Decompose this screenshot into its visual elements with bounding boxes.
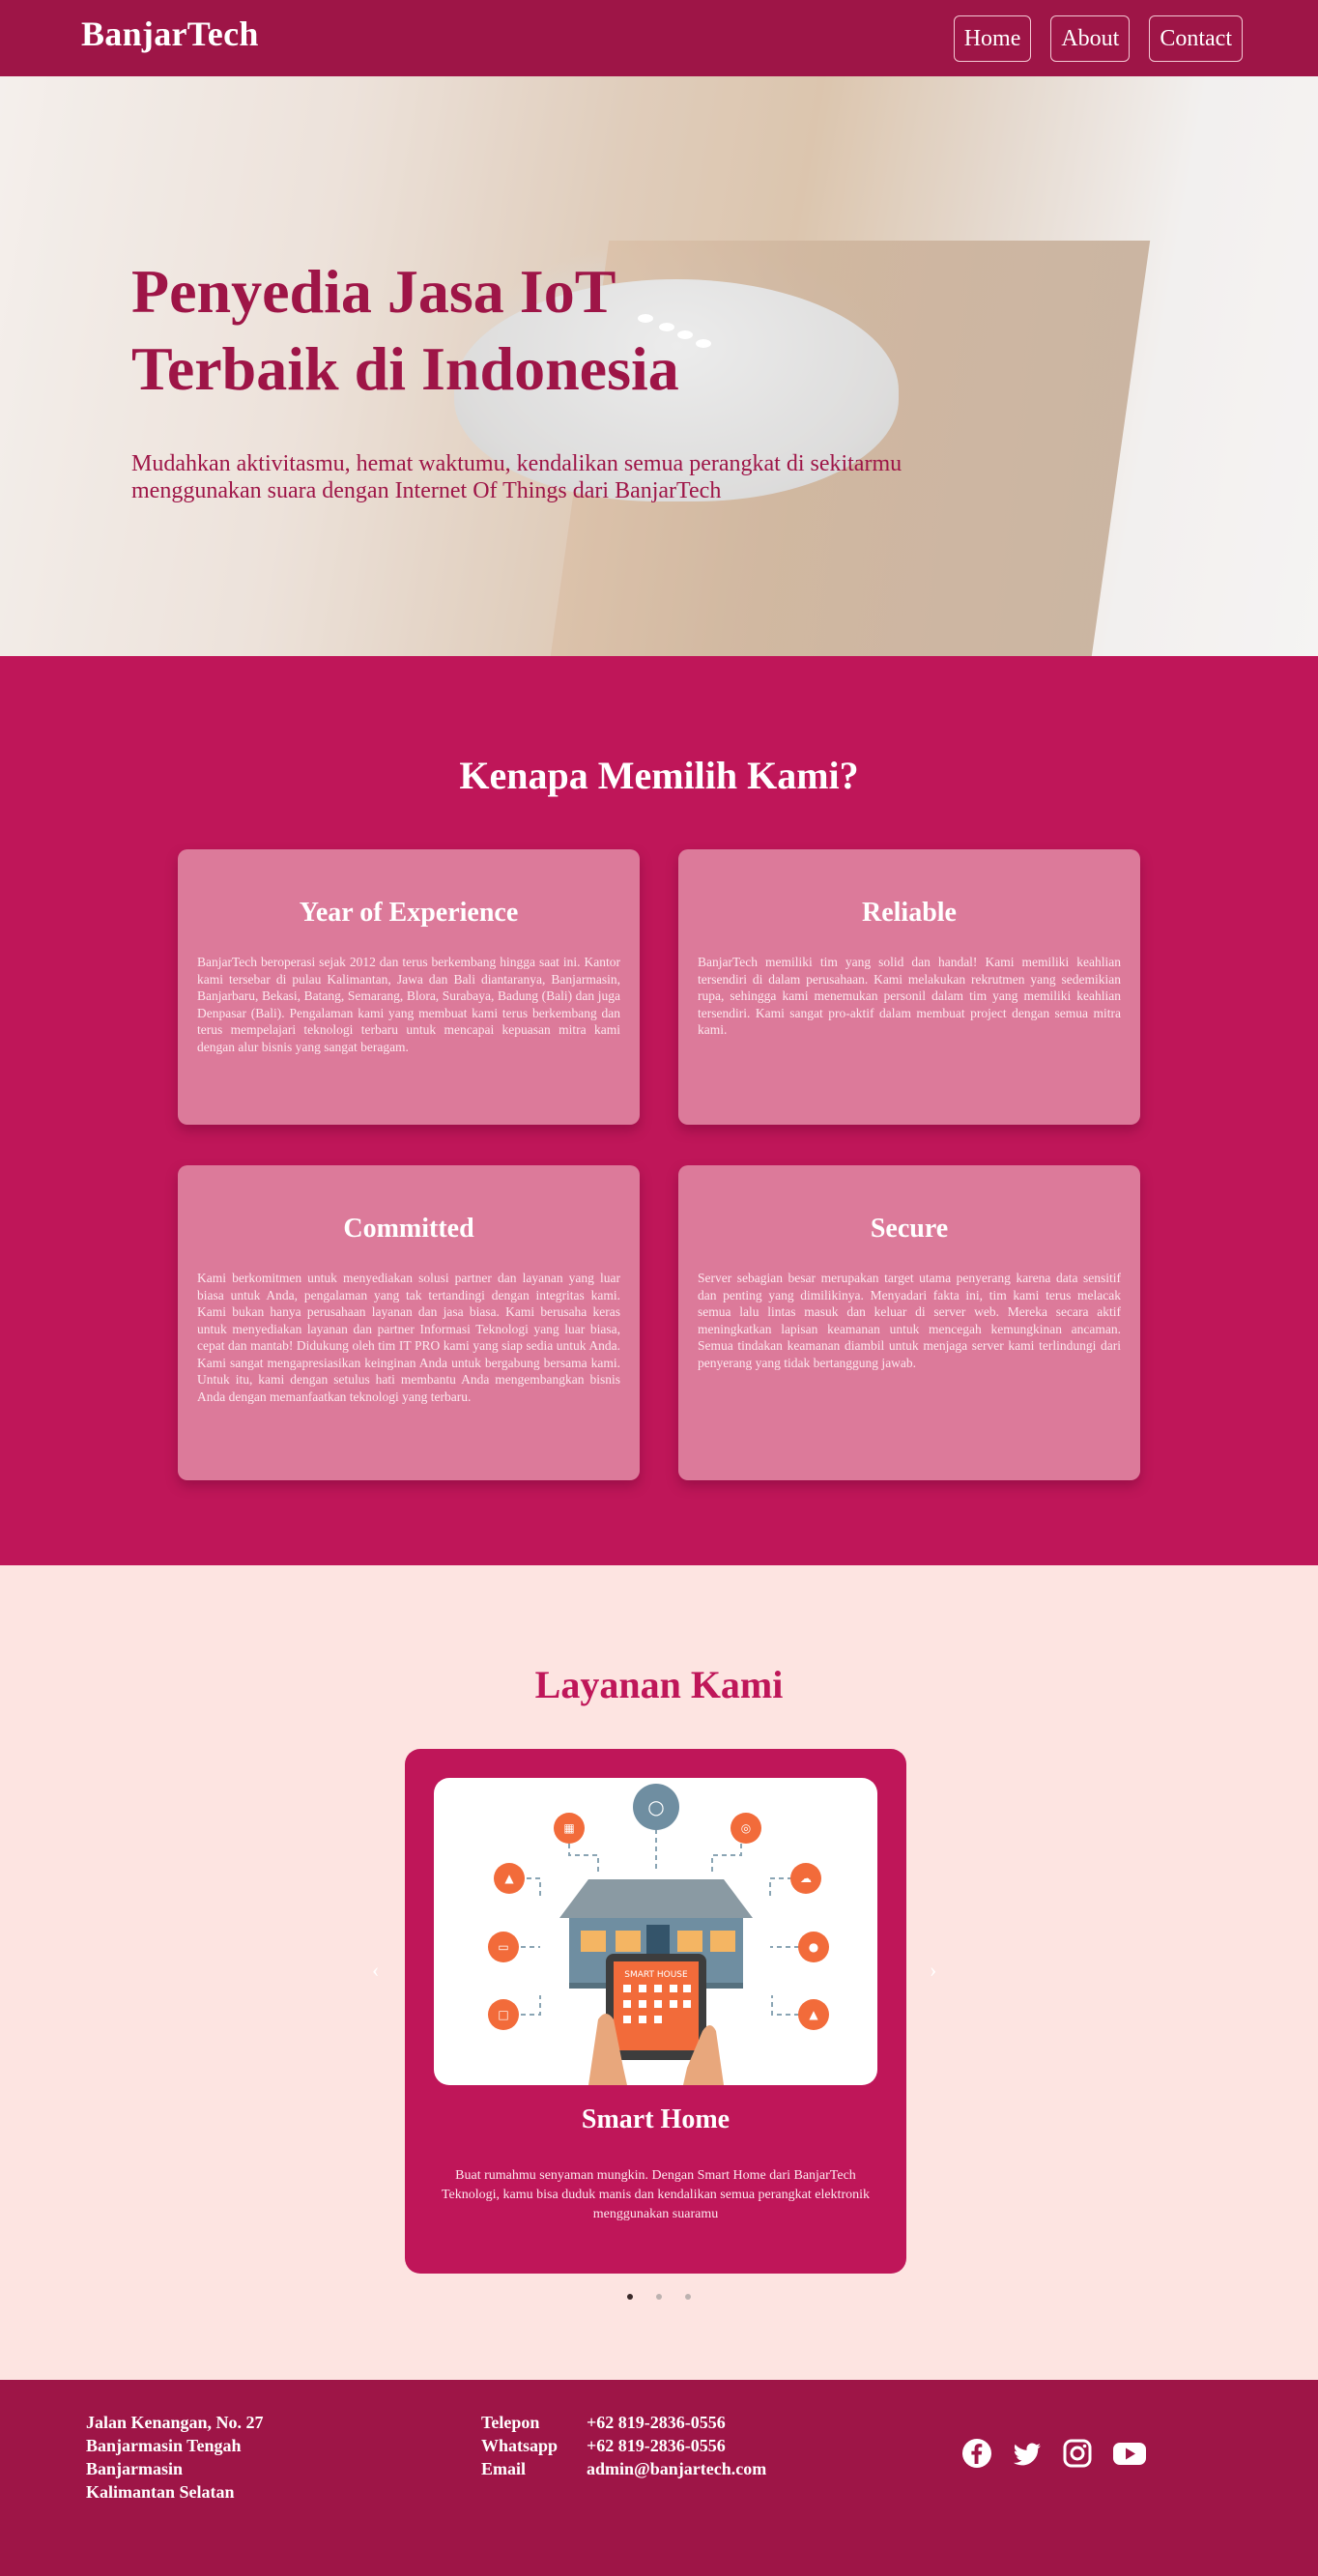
smart-house-label: SMART HOUSE	[624, 1970, 688, 1980]
hero-title-line: Penyedia Jasa IoT	[131, 257, 616, 326]
carousel-dot[interactable]	[685, 2294, 691, 2300]
svg-text:▲: ▲	[809, 2008, 818, 2021]
service-title: Smart Home	[581, 2104, 731, 2134]
service-description: Buat rumahmu senyaman mungkin. Dengan Sm…	[441, 2168, 871, 2221]
carousel-indicators	[0, 2294, 1318, 2300]
instagram-icon[interactable]	[1062, 2438, 1093, 2469]
nav-link-about[interactable]: About	[1050, 15, 1131, 62]
feature-card-title: Secure	[870, 1214, 949, 1244]
svg-text:□: □	[498, 2008, 508, 2021]
footer-address: Jalan Kenangan, No. 27 Banjarmasin Tenga…	[86, 2411, 264, 2504]
feature-card-text: BanjarTech memiliki tim yang solid dan h…	[698, 955, 1121, 1037]
feature-card-text: BanjarTech beroperasi sejak 2012 dan ter…	[197, 955, 620, 1054]
svg-text:▭: ▭	[498, 1940, 508, 1954]
nav-link-contact[interactable]: Contact	[1149, 15, 1243, 62]
social-links	[961, 2438, 1146, 2469]
svg-text:☁: ☁	[800, 1872, 812, 1885]
phone-number[interactable]: +62 819-2836-0556	[587, 2411, 766, 2434]
twitter-icon[interactable]	[1012, 2438, 1043, 2469]
carousel-next-button[interactable]: ›	[930, 1960, 936, 1981]
address-line: Kalimantan Selatan	[86, 2482, 235, 2502]
nav-link-home[interactable]: Home	[953, 15, 1032, 62]
why-us-section: Kenapa Memilih Kami? Year of Experience …	[0, 656, 1318, 1565]
feature-card: Secure Server sebagian besar merupakan t…	[678, 1165, 1140, 1480]
carousel-dot[interactable]	[627, 2294, 633, 2300]
section-title: Kenapa Memilih Kami?	[459, 754, 859, 797]
svg-text:●: ●	[809, 1940, 818, 1954]
feature-card-text: Server sebagian besar merupakan target u…	[698, 1271, 1121, 1370]
whatsapp-number[interactable]: +62 819-2836-0556	[587, 2434, 766, 2457]
feature-card-text: Kami berkomitmen untuk menyediakan solus…	[197, 1271, 620, 1404]
feature-card-title: Reliable	[862, 898, 957, 928]
svg-text:○: ○	[647, 1795, 664, 1818]
feature-card-title: Year of Experience	[299, 898, 519, 928]
feature-card: Committed Kami berkomitmen untuk menyedi…	[178, 1165, 640, 1480]
footer: Jalan Kenangan, No. 27 Banjarmasin Tenga…	[0, 2380, 1318, 2576]
hero-title: Penyedia Jasa IoT Terbaik di Indonesia	[131, 253, 904, 408]
feature-card: Year of Experience BanjarTech beroperasi…	[178, 849, 640, 1125]
svg-text:◎: ◎	[741, 1821, 751, 1835]
svg-text:▲: ▲	[504, 1872, 514, 1885]
svg-text:▦: ▦	[563, 1821, 574, 1835]
youtube-icon[interactable]	[1112, 2438, 1146, 2469]
hero-subtitle: Mudahkan aktivitasmu, hemat waktumu, ken…	[131, 451, 903, 503]
carousel-prev-button[interactable]: ‹	[372, 1960, 379, 1981]
smart-home-svg: ○ ▦ ◎ ▲ ☁ ▭ ● □ ▲ SMART HOUSE	[488, 1784, 829, 2085]
section-title: Layanan Kami	[534, 1663, 784, 1706]
service-card: ○ ▦ ◎ ▲ ☁ ▭ ● □ ▲ SMART HOUSE Smart Home…	[405, 1749, 906, 2274]
contact-label: Email	[481, 2459, 527, 2478]
feature-card: Reliable BanjarTech memiliki tim yang so…	[678, 849, 1140, 1125]
email-address[interactable]: admin@banjartech.com	[587, 2457, 766, 2480]
facebook-icon[interactable]	[961, 2438, 992, 2469]
feature-card-title: Committed	[343, 1214, 474, 1244]
address-line: Banjarmasin	[86, 2459, 184, 2478]
smart-home-illustration: ○ ▦ ◎ ▲ ☁ ▭ ● □ ▲ SMART HOUSE	[434, 1778, 877, 2085]
brand-logo[interactable]: BanjarTech	[81, 14, 259, 54]
services-section: Layanan Kami ‹ › ○ ▦ ◎ ▲ ☁ ▭ ● □ ▲ SMART…	[0, 1565, 1318, 2380]
navbar: BanjarTech Home About Contact	[0, 0, 1318, 76]
contact-label: Telepon	[481, 2413, 540, 2432]
contact-label: Whatsapp	[481, 2436, 559, 2455]
hero-title-line: Terbaik di Indonesia	[131, 334, 679, 403]
carousel-dot[interactable]	[656, 2294, 662, 2300]
address-line: Banjarmasin Tengah	[86, 2436, 242, 2455]
footer-contacts: Telepon +62 819-2836-0556 Whatsapp +62 8…	[481, 2411, 766, 2480]
nav-links: Home About Contact	[953, 15, 1243, 62]
address-line: Jalan Kenangan, No. 27	[86, 2413, 264, 2432]
